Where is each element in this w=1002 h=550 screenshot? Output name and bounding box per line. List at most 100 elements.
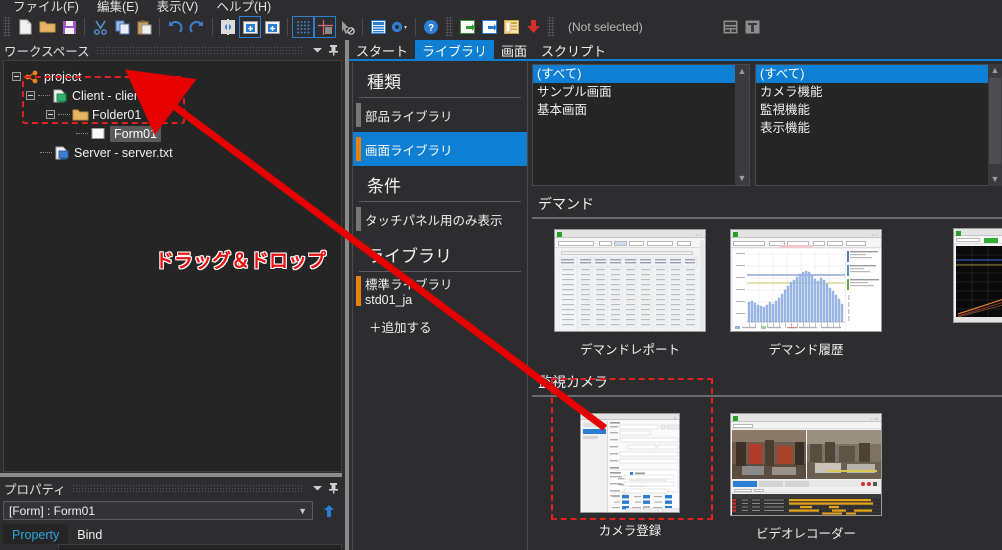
library-item-video-recorder[interactable]: ▫▫× ビデオレコーダー [730, 413, 882, 542]
list-item[interactable]: (すべて) [756, 65, 1002, 83]
category-item-standard-library[interactable]: 標準ライブラリ std01_ja [353, 272, 527, 309]
toolbar-grip[interactable] [3, 17, 11, 37]
screen-category-list[interactable]: (すべて) サンプル画面 基本画面 ▲ ▼ [532, 64, 750, 186]
save-icon[interactable] [58, 16, 80, 38]
library-category-panel: 種類 部品ライブラリ 画面ライブラリ 条件 タッチパネル用のみ表示 ライブラリ … [352, 62, 528, 550]
paste-icon[interactable] [133, 16, 155, 38]
scroll-down-arrow-icon[interactable]: ▼ [991, 175, 1000, 184]
open-folder-icon[interactable] [36, 16, 58, 38]
pin-icon[interactable] [325, 480, 341, 496]
undo-icon[interactable] [164, 16, 186, 38]
pin-icon[interactable] [325, 42, 341, 58]
library-scrollbar-vertical[interactable]: ▲ ▼ [988, 64, 1002, 186]
run-green-icon[interactable] [456, 16, 478, 38]
tree-label-selected: Form01 [110, 125, 162, 142]
category-item-touchpanel-only[interactable]: タッチパネル用のみ表示 [353, 202, 527, 236]
list-item[interactable]: カメラ機能 [756, 83, 1002, 101]
menu-view[interactable]: 表示(V) [148, 0, 208, 14]
scrollbar-vertical[interactable]: ▲ ▼ [735, 65, 749, 185]
cut-icon[interactable] [89, 16, 111, 38]
scroll-up-arrow-icon[interactable]: ▲ [991, 66, 1000, 75]
selection-status-text: (Not selected) [568, 20, 643, 34]
list-item[interactable]: 表示機能 [756, 119, 1002, 137]
tab-library[interactable]: ライブラリ [415, 40, 495, 60]
property-title: プロパティ [4, 482, 66, 497]
gear-dropdown-icon[interactable] [389, 16, 411, 38]
section-title-demand: デマンド [538, 196, 594, 212]
toolbar-separator-4 [287, 18, 288, 36]
navigate-up-button[interactable] [318, 500, 340, 521]
property-grid[interactable] [58, 544, 342, 550]
chevron-down-icon[interactable] [309, 42, 325, 58]
tab-start[interactable]: スタート [349, 40, 415, 60]
list-item[interactable]: 基本画面 [533, 101, 735, 119]
category-item-screen-library[interactable]: 画面ライブラリ [353, 132, 527, 166]
workspace-tree-panel[interactable]: project Client - client.xml Folder01 For… [3, 60, 342, 472]
scroll-up-arrow-icon[interactable]: ▲ [738, 67, 747, 76]
accent-bar [356, 103, 361, 127]
tree-node-server[interactable]: Server - server.txt [10, 143, 341, 162]
copy-icon[interactable] [111, 16, 133, 38]
table-icon[interactable] [500, 16, 522, 38]
expander-minus-icon[interactable] [26, 91, 35, 100]
chevron-down-icon[interactable]: ▼ [298, 506, 307, 516]
new-file-icon[interactable] [14, 16, 36, 38]
category-heading-condition: 条件 [359, 166, 521, 202]
menu-file[interactable]: ファイル(F) [4, 0, 88, 14]
property-object-label: [Form] : Form01 [9, 503, 96, 518]
tree-label: Folder01 [92, 107, 142, 122]
expander-minus-icon[interactable] [46, 110, 55, 119]
tree-label: project [44, 69, 82, 84]
tree-node-form01[interactable]: Form01 [10, 124, 341, 143]
header-dots-filler [95, 46, 303, 54]
project-tree: project Client - client.xml Folder01 For… [4, 61, 341, 162]
settings-gear-icon[interactable] [217, 16, 239, 38]
library-content-area: デマンド ▫▫▫ デマンドレポート ▫▫▫ デマンド履歴 監視カメラ × カメラ… [532, 190, 1002, 550]
tree-node-folder01[interactable]: Folder01 [10, 105, 341, 124]
function-category-list[interactable]: (すべて) カメラ機能 監視機能 表示機能 [755, 64, 1002, 186]
run-blue-icon[interactable] [478, 16, 500, 38]
library-item-demand-report[interactable]: ▫▫▫ デマンドレポート [554, 229, 706, 358]
scrollbar-thumb[interactable] [989, 78, 1001, 164]
add-window-icon[interactable] [239, 16, 261, 38]
align-crosshair-icon[interactable] [314, 16, 336, 38]
text-tool-icon[interactable] [742, 16, 764, 38]
library-item-demand-history[interactable]: ▫▫▫ デマンド履歴 [730, 229, 882, 358]
add-library-button[interactable]: ＋追加する [353, 309, 527, 336]
thumbnail-image-bar-chart: ▫▫▫ [730, 229, 882, 332]
expander-minus-icon[interactable] [12, 72, 21, 81]
category-item-parts-library[interactable]: 部品ライブラリ [353, 98, 527, 132]
toolbar-grip-3[interactable] [547, 17, 555, 37]
tab-script[interactable]: スクリプト [534, 40, 613, 60]
library-item-camera-registration[interactable]: × カメラ登録 [554, 413, 706, 542]
property-tab-strip: Property Bind [3, 524, 342, 544]
properties-window-icon[interactable] [367, 16, 389, 38]
property-object-selector[interactable]: [Form] : Form01 ▼ [3, 501, 313, 520]
help-icon[interactable]: ? [420, 16, 442, 38]
main-toolbar: ? (Not selected) [0, 14, 1002, 40]
menu-help[interactable]: ヘルプ(H) [207, 0, 280, 14]
list-item[interactable]: 監視機能 [756, 101, 1002, 119]
menu-edit[interactable]: 編集(E) [88, 0, 148, 14]
tree-node-project[interactable]: project [10, 67, 341, 86]
layout-icon[interactable] [720, 16, 742, 38]
workspace-panel-header: ワークスペース [0, 40, 345, 60]
library-item-partial-chart[interactable] [953, 228, 1002, 323]
horizontal-splitter[interactable] [0, 473, 345, 477]
download-red-icon[interactable] [522, 16, 544, 38]
vertical-splitter[interactable] [345, 40, 349, 550]
list-item[interactable]: サンプル画面 [533, 83, 735, 101]
redo-icon[interactable] [186, 16, 208, 38]
list-item[interactable]: (すべて) [533, 65, 735, 83]
select-disabled-icon[interactable] [336, 16, 358, 38]
toolbar-separator-2 [159, 18, 160, 36]
grid-dots-icon[interactable] [292, 16, 314, 38]
add-window-2-icon[interactable] [261, 16, 283, 38]
tab-screen[interactable]: 画面 [494, 40, 534, 60]
scroll-down-arrow-icon[interactable]: ▼ [738, 174, 747, 183]
toolbar-grip-2[interactable] [445, 17, 453, 37]
chevron-down-icon[interactable] [309, 480, 325, 496]
tree-node-client[interactable]: Client - client.xml [10, 86, 341, 105]
tab-property[interactable]: Property [3, 524, 69, 544]
tab-bind[interactable]: Bind [68, 524, 111, 544]
